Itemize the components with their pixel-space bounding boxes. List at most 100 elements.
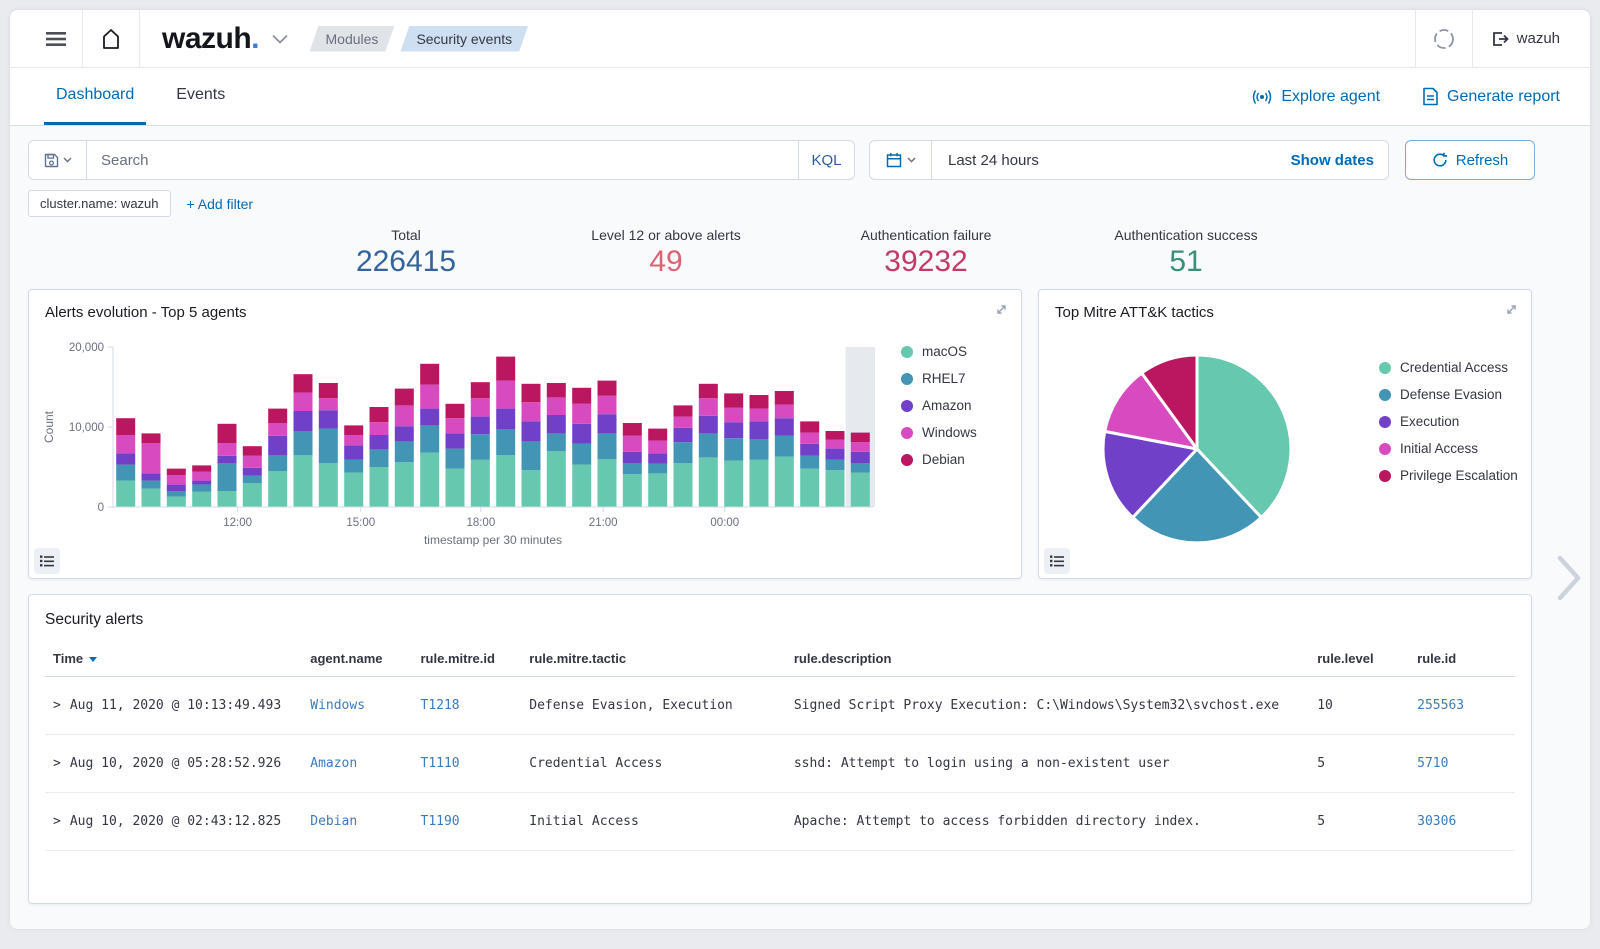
column-header-rule-mitre-tactic[interactable]: rule.mitre.tactic: [521, 641, 786, 677]
bar-segment-windows[interactable]: [572, 404, 591, 424]
bar-segment-amazon[interactable]: [243, 468, 262, 476]
bar-segment-rhel7[interactable]: [800, 456, 819, 469]
bar-segment-macos[interactable]: [496, 455, 515, 507]
bar-segment-debian[interactable]: [775, 391, 794, 405]
legend-item-rhel7[interactable]: RHEL7: [901, 365, 977, 392]
legend-item-macos[interactable]: macOS: [901, 338, 977, 365]
expand-row-button[interactable]: >: [53, 814, 61, 829]
legend-item-execution[interactable]: Execution: [1379, 408, 1518, 435]
bar-segment-amazon[interactable]: [750, 421, 769, 439]
bar-segment-debian[interactable]: [142, 433, 161, 443]
bar-segment-rhel7[interactable]: [623, 463, 642, 474]
bar-segment-amazon[interactable]: [522, 421, 541, 441]
bar-segment-debian[interactable]: [192, 465, 211, 471]
bar-segment-macos[interactable]: [268, 471, 287, 507]
stat-value[interactable]: 39232: [796, 245, 1056, 279]
bar-segment-amazon[interactable]: [142, 473, 161, 480]
bar-segment-amazon[interactable]: [648, 453, 667, 463]
bar-segment-windows[interactable]: [167, 475, 186, 485]
bar-segment-macos[interactable]: [395, 462, 414, 507]
bar-segment-windows[interactable]: [142, 443, 161, 473]
saved-query-menu-button[interactable]: [29, 141, 87, 179]
bar-segment-windows[interactable]: [800, 433, 819, 444]
agent-name-link[interactable]: Debian: [310, 814, 357, 829]
bar-segment-macos[interactable]: [218, 491, 237, 507]
bar-segment-debian[interactable]: [648, 429, 667, 441]
bar-segment-amazon[interactable]: [116, 453, 135, 464]
bar-segment-rhel7[interactable]: [319, 429, 338, 463]
bar-segment-debian[interactable]: [724, 393, 743, 407]
mitre-id-link[interactable]: T1190: [421, 814, 460, 829]
tab-events[interactable]: Events: [164, 68, 237, 125]
column-header-rule-mitre-id[interactable]: rule.mitre.id: [413, 641, 522, 677]
home-button[interactable]: [83, 10, 139, 67]
bar-segment-debian[interactable]: [547, 383, 566, 397]
bar-segment-macos[interactable]: [598, 459, 617, 507]
wazuh-logo[interactable]: wazuh.: [140, 22, 266, 56]
bar-segment-windows[interactable]: [522, 402, 541, 421]
bar-segment-macos[interactable]: [420, 453, 439, 507]
bar-segment-macos[interactable]: [648, 473, 667, 507]
explore-agent-button[interactable]: Explore agent: [1247, 68, 1384, 125]
bar-segment-debian[interactable]: [116, 418, 135, 435]
bar-segment-amazon[interactable]: [294, 411, 313, 431]
bar-segment-debian[interactable]: [268, 409, 287, 423]
bar-segment-amazon[interactable]: [319, 410, 338, 428]
bar-segment-amazon[interactable]: [344, 445, 363, 459]
bar-segment-windows[interactable]: [243, 456, 262, 468]
column-header-rule-description[interactable]: rule.description: [786, 641, 1309, 677]
bar-segment-debian[interactable]: [344, 425, 363, 435]
bar-segment-amazon[interactable]: [598, 414, 617, 433]
rule-id-link[interactable]: 30306: [1417, 814, 1456, 829]
expand-panel-button[interactable]: [1504, 302, 1519, 322]
bar-segment-macos[interactable]: [623, 474, 642, 507]
health-status-button[interactable]: [1416, 10, 1472, 67]
legend-item-debian[interactable]: Debian: [901, 446, 977, 473]
show-dates-button[interactable]: Show dates: [1277, 152, 1388, 169]
quick-select-menu-button[interactable]: [870, 141, 932, 179]
stat-value[interactable]: 226415: [276, 245, 536, 279]
bar-segment-windows[interactable]: [648, 441, 667, 454]
column-header-agent-name[interactable]: agent.name: [302, 641, 412, 677]
bar-segment-rhel7[interactable]: [420, 425, 439, 452]
bar-segment-amazon[interactable]: [547, 415, 566, 433]
bar-segment-macos[interactable]: [142, 489, 161, 507]
bar-segment-windows[interactable]: [344, 435, 363, 445]
bar-segment-amazon[interactable]: [572, 424, 591, 444]
bar-segment-debian[interactable]: [496, 357, 515, 381]
bar-segment-amazon[interactable]: [674, 428, 693, 442]
column-header-rule-level[interactable]: rule.level: [1309, 641, 1409, 677]
bar-segment-macos[interactable]: [192, 492, 211, 507]
tab-dashboard[interactable]: Dashboard: [44, 68, 146, 125]
bar-segment-macos[interactable]: [547, 451, 566, 507]
bar-segment-windows[interactable]: [370, 422, 389, 435]
stat-value[interactable]: 51: [1056, 245, 1316, 279]
bar-segment-windows[interactable]: [674, 417, 693, 428]
mitre-id-link[interactable]: T1218: [421, 698, 460, 713]
legend-item-amazon[interactable]: Amazon: [901, 392, 977, 419]
bar-segment-windows[interactable]: [395, 405, 414, 426]
bar-segment-windows[interactable]: [116, 435, 135, 453]
bar-segment-rhel7[interactable]: [268, 455, 287, 471]
breadcrumb-modules[interactable]: Modules: [310, 26, 395, 52]
bar-segment-rhel7[interactable]: [344, 460, 363, 473]
bar-segment-macos[interactable]: [294, 455, 313, 507]
expand-panel-button[interactable]: [994, 302, 1009, 322]
generate-report-button[interactable]: Generate report: [1418, 68, 1564, 125]
bar-segment-rhel7[interactable]: [243, 476, 262, 483]
bar-segment-amazon[interactable]: [800, 444, 819, 456]
bar-segment-windows[interactable]: [775, 405, 794, 419]
bar-segment-debian[interactable]: [572, 388, 591, 404]
bar-segment-macos[interactable]: [167, 497, 186, 507]
bar-segment-macos[interactable]: [319, 463, 338, 507]
stat-value[interactable]: 49: [536, 245, 796, 279]
bar-segment-rhel7[interactable]: [142, 481, 161, 489]
legend-item-defense-evasion[interactable]: Defense Evasion: [1379, 381, 1518, 408]
bar-segment-amazon[interactable]: [471, 417, 490, 435]
bar-segment-windows[interactable]: [218, 443, 237, 456]
bar-segment-rhel7[interactable]: [192, 485, 211, 492]
bar-segment-rhel7[interactable]: [370, 449, 389, 467]
agent-name-link[interactable]: Amazon: [310, 756, 357, 771]
menu-button[interactable]: [30, 10, 82, 67]
bar-segment-amazon[interactable]: [699, 416, 718, 434]
